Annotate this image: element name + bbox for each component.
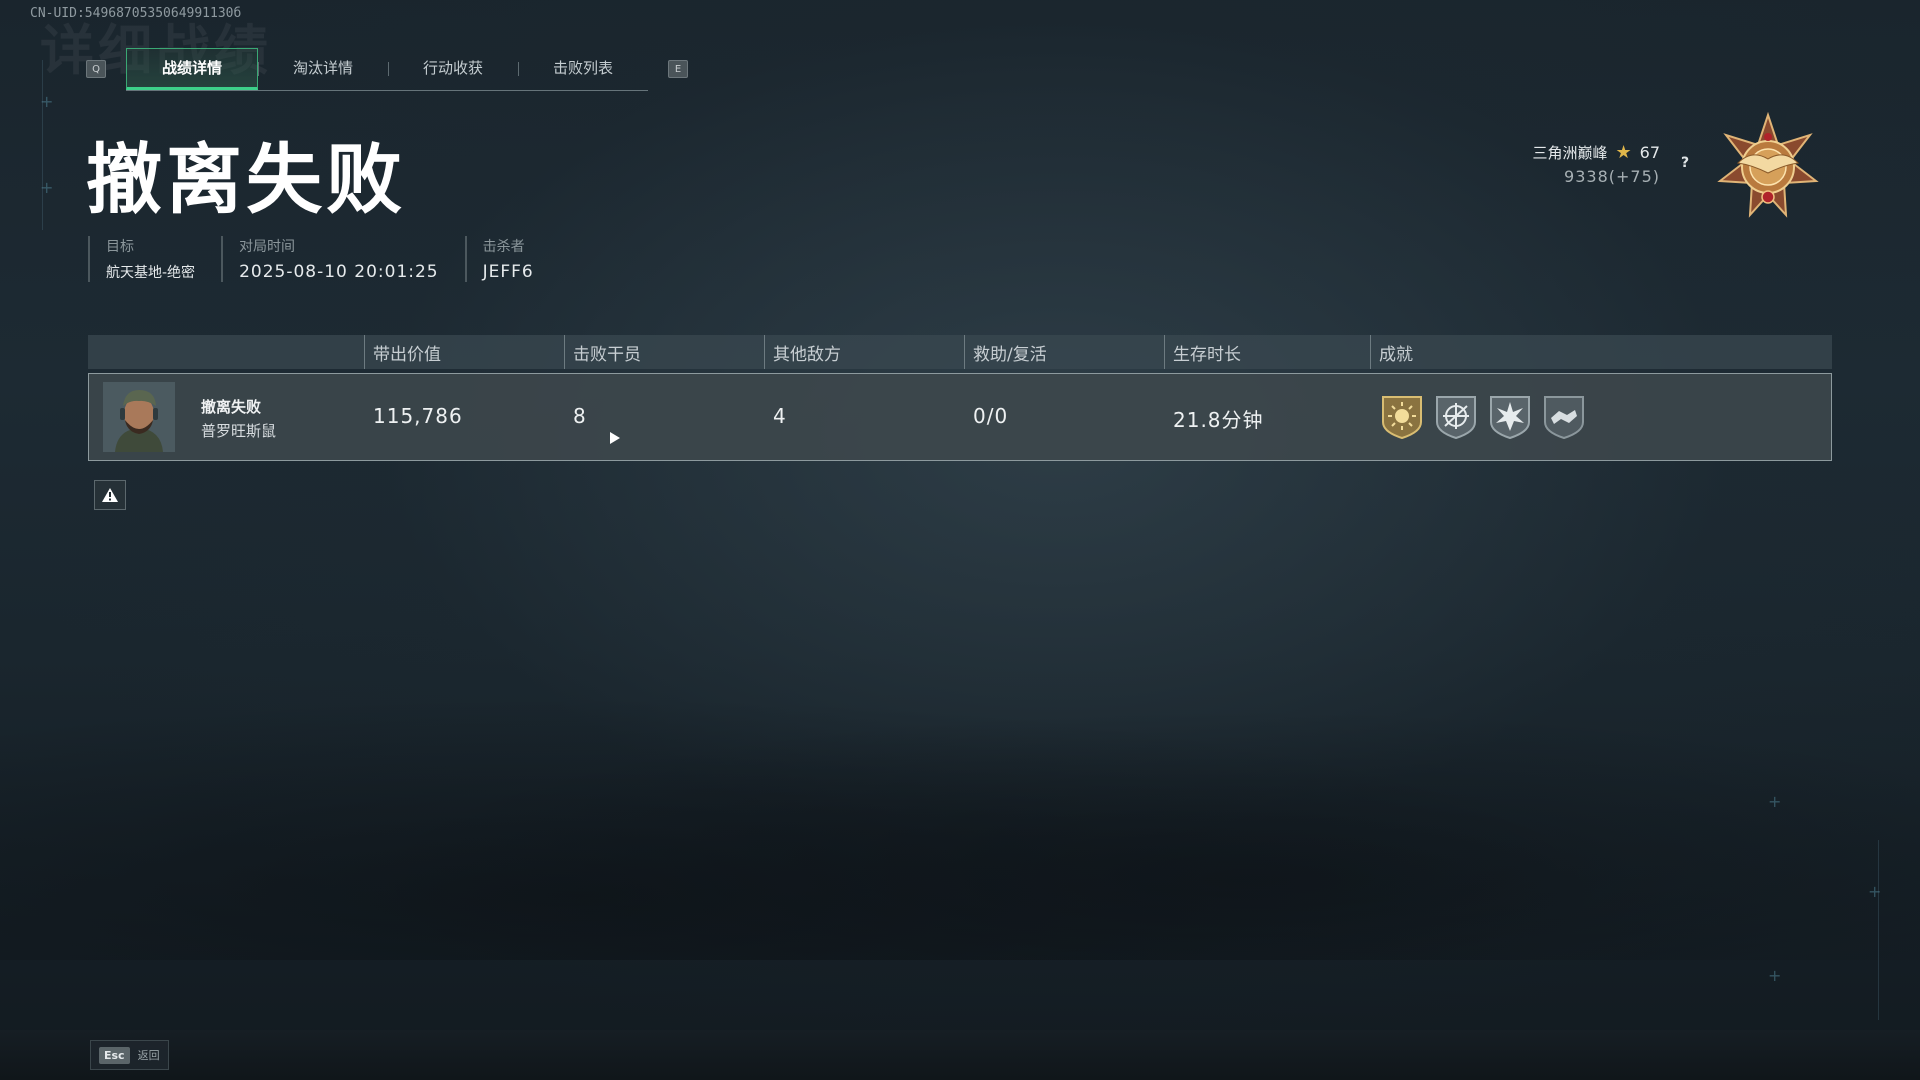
rank-emblem-icon <box>1717 112 1819 218</box>
help-icon[interactable]: ? <box>1674 152 1696 174</box>
esc-key-icon: Esc <box>99 1046 130 1064</box>
info-killer: 击杀者 JEFF6 <box>464 236 534 282</box>
cell-assist-revive: 0/0 <box>973 404 1009 428</box>
back-label: 返回 <box>137 1049 160 1062</box>
header-operators-defeated: 击败干员 <box>564 335 641 369</box>
crosshair-badge-icon[interactable] <box>1433 394 1479 440</box>
header-extract-value: 带出价值 <box>364 335 441 369</box>
header-survival-time: 生存时长 <box>1164 335 1241 369</box>
stats-table-header: 带出价值 击败干员 其他敌方 救助/复活 生存时长 成就 <box>88 335 1832 369</box>
report-warning-button[interactable] <box>94 480 126 510</box>
cell-operators-defeated: 8 <box>573 404 587 428</box>
rank-info: 三角洲巅峰 ★ 67 9338(+75) <box>1532 142 1660 186</box>
mouse-cursor-icon <box>610 432 620 444</box>
info-target-label: 目标 <box>106 239 134 255</box>
info-target-value: 航天基地-绝密 <box>106 265 196 281</box>
rank-score: 9338(+75) <box>1564 167 1660 186</box>
next-tab-key-hint[interactable]: E <box>668 60 688 78</box>
handshake-badge-icon[interactable] <box>1541 394 1587 440</box>
hud-crosshair-decoration: + <box>1768 966 1782 985</box>
hud-crosshair-decoration: + <box>1868 882 1882 901</box>
info-match-time-label: 对局时间 <box>239 239 296 255</box>
match-info: 目标 航天基地-绝密 对局时间 2025-08-10 20:01:25 击杀者 … <box>88 236 560 282</box>
tab-bar: Q 战绩详情 淘汰详情 行动收获 击败列表 E <box>86 47 688 91</box>
footer-bar <box>0 1030 1920 1080</box>
hud-crosshair-decoration: + <box>1768 792 1782 811</box>
player-uid: CN-UID:5496870535064991130б <box>30 6 242 21</box>
info-target: 目标 航天基地-绝密 <box>88 236 195 282</box>
rank-stars-count: 67 <box>1639 143 1660 162</box>
background-scene <box>0 640 1920 960</box>
tab-kill-list[interactable]: 击败列表 <box>518 48 648 88</box>
hud-line-decoration <box>42 60 43 230</box>
rank-tier-name: 三角洲巅峰 <box>1532 144 1608 162</box>
prev-tab-key-hint[interactable]: Q <box>86 60 106 78</box>
operator-avatar <box>103 382 175 452</box>
result-title: 撤离失败 <box>86 135 406 224</box>
cell-other-enemies: 4 <box>773 404 787 428</box>
rank-star-icon: ★ <box>1615 142 1632 163</box>
player-name: 普罗旺斯鼠 <box>201 422 277 440</box>
header-other-enemies: 其他敌方 <box>764 335 841 369</box>
header-assist-revive: 救助/复活 <box>964 335 1047 369</box>
player-result-status: 撤离失败 <box>201 398 262 416</box>
info-killer-label: 击杀者 <box>482 239 525 255</box>
cell-extract-value: 115,786 <box>373 404 463 428</box>
gold-sun-badge-icon[interactable] <box>1379 394 1425 440</box>
header-achievements: 成就 <box>1370 335 1413 369</box>
tab-battle-details[interactable]: 战绩详情 <box>126 47 258 90</box>
tab-operation-loot[interactable]: 行动收获 <box>388 48 518 88</box>
info-match-time: 对局时间 2025-08-10 20:01:25 <box>221 236 439 282</box>
warning-icon <box>102 488 118 502</box>
tab-list: 战绩详情 淘汰详情 行动收获 击败列表 <box>126 47 648 91</box>
back-button[interactable]: Esc 返回 <box>90 1040 169 1070</box>
cell-survival-time: 21.8分钟 <box>1173 408 1264 432</box>
star-burst-badge-icon[interactable] <box>1487 394 1533 440</box>
tab-elimination-details[interactable]: 淘汰详情 <box>258 48 388 88</box>
info-match-time-value: 2025-08-10 20:01:25 <box>239 262 439 282</box>
hud-line-decoration <box>1878 840 1879 1020</box>
info-killer-value: JEFF6 <box>482 262 534 282</box>
player-stats-row[interactable]: 撤离失败 普罗旺斯鼠 115,786 8 4 0/0 21.8分钟 <box>88 373 1832 461</box>
